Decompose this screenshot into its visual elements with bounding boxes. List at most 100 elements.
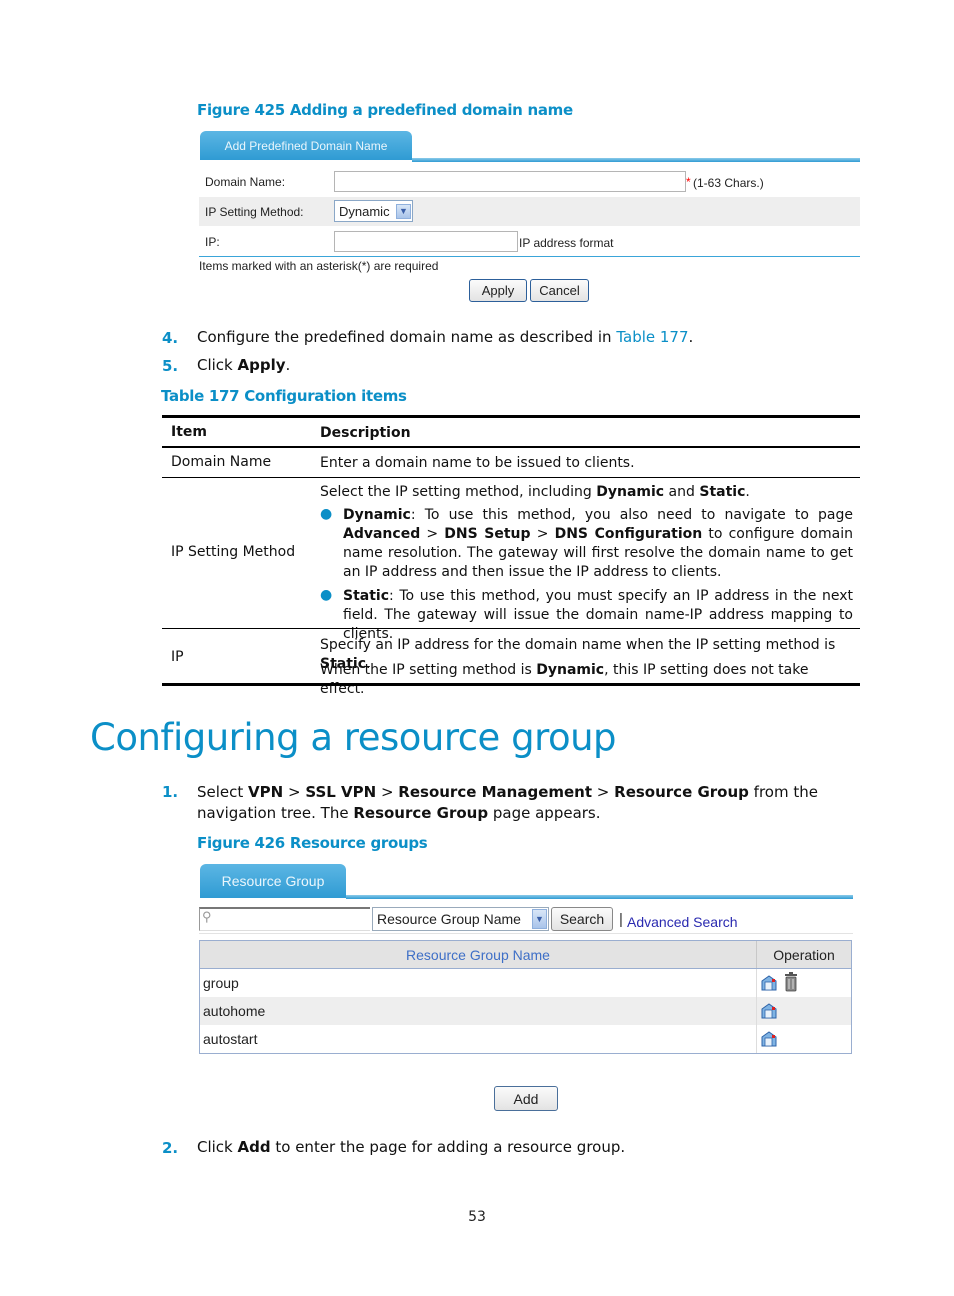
column-divider: [756, 997, 757, 1025]
resource-group-name: group: [203, 975, 239, 991]
search-input[interactable]: ⚲: [199, 907, 370, 931]
step-1: 1.: [162, 782, 178, 801]
step-2-text: Click Add to enter the page for adding a…: [197, 1138, 625, 1156]
bold-text: Dynamic: [596, 484, 665, 500]
chevron-down-icon[interactable]: ▼: [532, 909, 547, 929]
search-label: Search: [559, 911, 605, 927]
domain-name-hint: (1-63 Chars.): [693, 176, 764, 190]
domain-name-label: Domain Name:: [205, 175, 286, 189]
text: >: [283, 783, 306, 801]
text: .: [688, 328, 694, 346]
cancel-button[interactable]: Cancel: [530, 279, 589, 302]
resource-group-name: autohome: [203, 1003, 266, 1019]
advanced-search-link[interactable]: Advanced Search: [627, 914, 738, 930]
bold-text: SSL VPN: [305, 783, 377, 801]
bold-text: Dynamic: [536, 662, 605, 678]
bold-text: Advanced: [343, 526, 421, 542]
column-divider: [756, 969, 757, 997]
edit-icon[interactable]: [760, 1002, 778, 1020]
required-asterisk: *: [686, 175, 691, 189]
edit-icon[interactable]: [760, 974, 778, 992]
text: Click: [197, 1138, 238, 1156]
apply-label: Apply: [481, 283, 515, 298]
step-1-text: Select VPN > SSL VPN > Resource Manageme…: [197, 782, 867, 824]
chevron-down-icon[interactable]: ▼: [396, 203, 411, 219]
resource-group-table: Resource Group Name Operation group auto…: [199, 940, 852, 1054]
step-4: 4.: [162, 328, 178, 347]
ip-input[interactable]: [334, 231, 518, 252]
bold-text: Resource Group: [614, 783, 749, 801]
table-bottom-rule: [162, 683, 860, 686]
tab-add-predefined-domain-name[interactable]: Add Predefined Domain Name: [200, 131, 412, 160]
column-divider: [756, 1025, 757, 1053]
text: Specify an IP address for the domain nam…: [320, 637, 836, 653]
column-header-operation: Operation: [773, 947, 835, 963]
apply-button[interactable]: Apply: [469, 279, 527, 302]
item-cell: Domain Name: [171, 454, 272, 470]
selected-value: Dynamic: [339, 203, 390, 219]
bullet-dynamic: Dynamic: To use this method, you also ne…: [343, 506, 853, 582]
text: When the IP setting method is: [320, 662, 537, 678]
separator: |: [619, 911, 623, 928]
text: .: [285, 356, 291, 374]
page-number: 53: [468, 1209, 486, 1225]
bold-text: Resource Management: [398, 783, 593, 801]
step-5-text: Click Apply.: [197, 356, 290, 374]
step-5: 5.: [162, 356, 178, 375]
tab-resource-group[interactable]: Resource Group: [200, 864, 346, 898]
bold-text: VPN: [248, 783, 284, 801]
tab-underline: [346, 895, 853, 899]
edit-icon[interactable]: [760, 1030, 778, 1048]
domain-name-input[interactable]: [334, 171, 686, 192]
text: >: [420, 526, 445, 542]
cancel-label: Cancel: [539, 283, 580, 298]
search-button[interactable]: Search: [551, 907, 613, 931]
table-header-row: Item Description: [162, 424, 860, 446]
table-row: IP Setting Method Select the IP setting …: [162, 478, 860, 642]
text: page appears.: [488, 804, 601, 822]
add-button[interactable]: Add: [494, 1086, 558, 1111]
table-row: autohome: [200, 997, 851, 1025]
ip-row: IP: IP address format: [199, 227, 860, 257]
text: Select: [197, 783, 249, 801]
delete-icon[interactable]: [784, 972, 798, 992]
header-description: Description: [320, 425, 411, 441]
bold-text: DNS Configuration: [554, 526, 703, 542]
ip-setting-method-row: IP Setting Method: Dynamic ▼: [199, 197, 860, 226]
search-divider: [199, 933, 853, 934]
column-header-name[interactable]: Resource Group Name: [200, 947, 756, 963]
text: : To use this method, you also need to n…: [410, 507, 853, 523]
table-row: Domain Name Enter a domain name to be is…: [162, 454, 860, 476]
search-field-select[interactable]: Resource Group Name ▼: [372, 907, 549, 931]
text: Select the IP setting method, including: [320, 484, 597, 500]
item-cell: IP: [171, 649, 184, 665]
step-number: 4.: [162, 329, 179, 347]
header-item: Item: [171, 424, 207, 440]
tab-underline: [412, 158, 860, 162]
text: Configure the predefined domain name as …: [197, 328, 617, 346]
step-number: 1.: [162, 783, 179, 801]
bold-text: Add: [237, 1138, 271, 1156]
bold-text: Apply: [237, 356, 286, 374]
add-domain-form: Add Predefined Domain Name Domain Name: …: [199, 131, 860, 311]
table-177-caption: Table 177 Configuration items: [161, 387, 407, 405]
search-icon: ⚲: [202, 909, 212, 924]
text: to enter the page for adding a resource …: [270, 1138, 626, 1156]
step-number: 2.: [162, 1139, 179, 1157]
step-number: 5.: [162, 357, 179, 375]
resource-group-name: autostart: [203, 1031, 258, 1047]
bold-text: Static: [343, 588, 390, 604]
description-cell: Enter a domain name to be issued to clie…: [320, 455, 635, 471]
table-177-link[interactable]: Table 177: [616, 328, 688, 346]
step-4-text: Configure the predefined domain name as …: [197, 328, 693, 346]
resource-group-panel: Resource Group ⚲ Resource Group Name ▼ S…: [199, 864, 853, 1114]
step-2: 2.: [162, 1138, 178, 1157]
bullet-icon: ●: [320, 587, 333, 603]
ip-setting-method-select[interactable]: Dynamic ▼: [334, 200, 413, 222]
section-heading: Configuring a resource group: [90, 716, 617, 759]
bold-text: Static: [699, 484, 746, 500]
table-row: IP Specify an IP address for the domain …: [162, 629, 860, 697]
bold-text: Resource Group: [353, 804, 489, 822]
tab-label: Add Predefined Domain Name: [224, 138, 388, 153]
table-header-row: Resource Group Name Operation: [200, 941, 851, 969]
